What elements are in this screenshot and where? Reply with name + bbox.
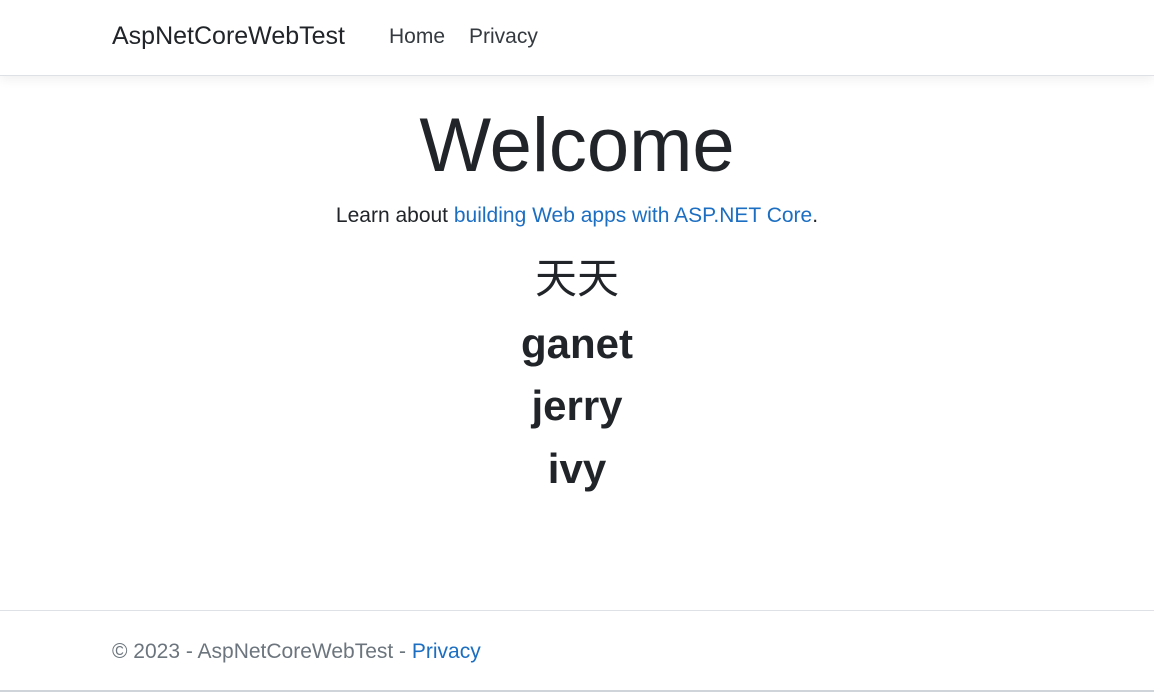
name-heading: jerry: [531, 382, 623, 429]
docs-link[interactable]: building Web apps with ASP.NET Core: [454, 204, 812, 227]
learn-prefix: Learn about: [335, 204, 454, 227]
footer-text: © 2023 - AspNetCoreWebTest - Privacy: [112, 640, 481, 664]
nav-home-link[interactable]: Home: [389, 25, 445, 49]
footer-privacy-link[interactable]: Privacy: [412, 640, 481, 663]
name-heading: ivy: [547, 445, 607, 492]
name-heading: 天天: [534, 254, 619, 303]
name-heading: ganet: [520, 320, 633, 367]
learn-paragraph: Learn about building Web apps with ASP.N…: [0, 202, 1154, 230]
footer: © 2023 - AspNetCoreWebTest - Privacy: [0, 610, 1154, 691]
navbar: AspNetCoreWebTest Home Privacy: [0, 0, 1154, 76]
nav-privacy-link[interactable]: Privacy: [469, 25, 538, 49]
copyright-text: © 2023 - AspNetCoreWebTest -: [112, 640, 412, 663]
brand-link[interactable]: AspNetCoreWebTest: [112, 22, 345, 51]
page-title: Welcome: [419, 103, 735, 188]
learn-suffix: .: [812, 204, 819, 227]
